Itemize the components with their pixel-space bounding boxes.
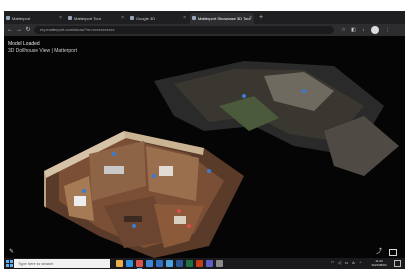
tab-label: Matterport Tour [74, 16, 102, 21]
extension-icon[interactable]: ◧ [350, 26, 357, 34]
new-tab-button[interactable]: + [256, 13, 266, 23]
battery-icon[interactable]: ▭ [344, 260, 349, 266]
excel-icon[interactable] [186, 260, 193, 267]
nav-marker [152, 174, 156, 178]
dining-table [174, 216, 186, 224]
desktop-screen: Matterport × Matterport Tour × Google 3D… [4, 11, 405, 269]
bed [74, 196, 86, 206]
close-tab-icon[interactable]: × [121, 13, 124, 24]
tab-label: Matterport [12, 16, 31, 21]
browser-tab-3[interactable]: Google 3D × [128, 13, 188, 24]
forward-arrow-icon[interactable]: → [15, 26, 23, 34]
model-title: Model Loaded [8, 41, 40, 47]
language-icon[interactable]: A [351, 260, 356, 266]
nav-marker [187, 224, 191, 228]
fullscreen-icon[interactable] [389, 249, 397, 256]
model-subtitle: 3D Dollhouse View | Matterport [8, 48, 78, 54]
nav-marker [207, 169, 211, 173]
edge-browser-icon[interactable] [126, 260, 133, 267]
dollhouse-3d-model[interactable] [4, 36, 405, 258]
clock-date: 2021/05/04 [371, 263, 387, 267]
nav-marker [82, 189, 86, 193]
address-bar[interactable]: my.matterport.com/show/?m=xxxxxxxxxxx [34, 26, 334, 34]
nav-marker [132, 224, 136, 228]
nav-marker [242, 94, 246, 98]
download-icon[interactable]: ↓ [360, 26, 367, 34]
tab-favicon-icon [6, 16, 10, 20]
wifi-icon[interactable]: ◠ [330, 260, 335, 266]
close-tab-icon[interactable]: × [183, 13, 186, 24]
store-icon[interactable] [146, 260, 153, 267]
tab-favicon-icon [192, 16, 196, 20]
windows-start-icon[interactable] [6, 260, 13, 267]
nav-marker [112, 152, 116, 156]
volume-icon[interactable]: ◁ [337, 260, 342, 266]
sofa [104, 166, 124, 174]
tab-favicon-icon [130, 16, 134, 20]
tab-label: Google 3D [136, 16, 156, 21]
menu-dots-icon[interactable]: ⋮ [384, 26, 391, 34]
teams-icon[interactable] [206, 260, 213, 267]
table [124, 216, 142, 222]
browser-tab-strip: Matterport × Matterport Tour × Google 3D… [4, 11, 405, 24]
profile-avatar[interactable] [371, 26, 379, 34]
photos-icon[interactable] [166, 260, 173, 267]
settings-icon[interactable] [216, 260, 223, 267]
close-tab-icon[interactable]: × [59, 13, 62, 24]
taskbar-search-input[interactable]: Type here to search [14, 259, 110, 268]
chrome-icon[interactable] [136, 260, 143, 269]
nav-marker [177, 209, 181, 213]
pencil-icon[interactable]: ✎ [9, 248, 17, 256]
star-icon[interactable]: ☆ [340, 26, 347, 34]
browser-toolbar: ← → ↻ my.matterport.com/show/?m=xxxxxxxx… [4, 24, 405, 36]
powerpoint-icon[interactable] [196, 260, 203, 267]
file-explorer-icon[interactable] [116, 260, 123, 267]
matterport-3d-viewer[interactable]: Model Loaded 3D Dollhouse View | Matterp… [4, 36, 405, 258]
reload-icon[interactable]: ↻ [24, 26, 32, 34]
word-icon[interactable] [176, 260, 183, 267]
windows-taskbar: Type here to search ◠ ◁ ▭ A ^ 11:43 2021… [4, 258, 405, 269]
chevron-up-icon[interactable]: ^ [358, 260, 363, 266]
close-tab-icon[interactable]: × [249, 13, 252, 24]
tab-favicon-icon [68, 16, 72, 20]
taskbar-clock[interactable]: 11:43 2021/05/04 [368, 259, 390, 267]
nav-marker [302, 89, 306, 93]
browser-tab-active[interactable]: Matterport Showcase 3D Tour × [190, 13, 254, 24]
notification-center-icon[interactable] [394, 260, 401, 267]
share-icon[interactable]: ⤴ [376, 249, 384, 256]
browser-tab-1[interactable]: Matterport × [4, 13, 64, 24]
kitchen-counter [159, 166, 173, 176]
browser-tab-2[interactable]: Matterport Tour × [66, 13, 126, 24]
mail-icon[interactable] [156, 260, 163, 267]
tab-label: Matterport Showcase 3D Tour [198, 16, 251, 21]
back-arrow-icon[interactable]: ← [6, 26, 14, 34]
